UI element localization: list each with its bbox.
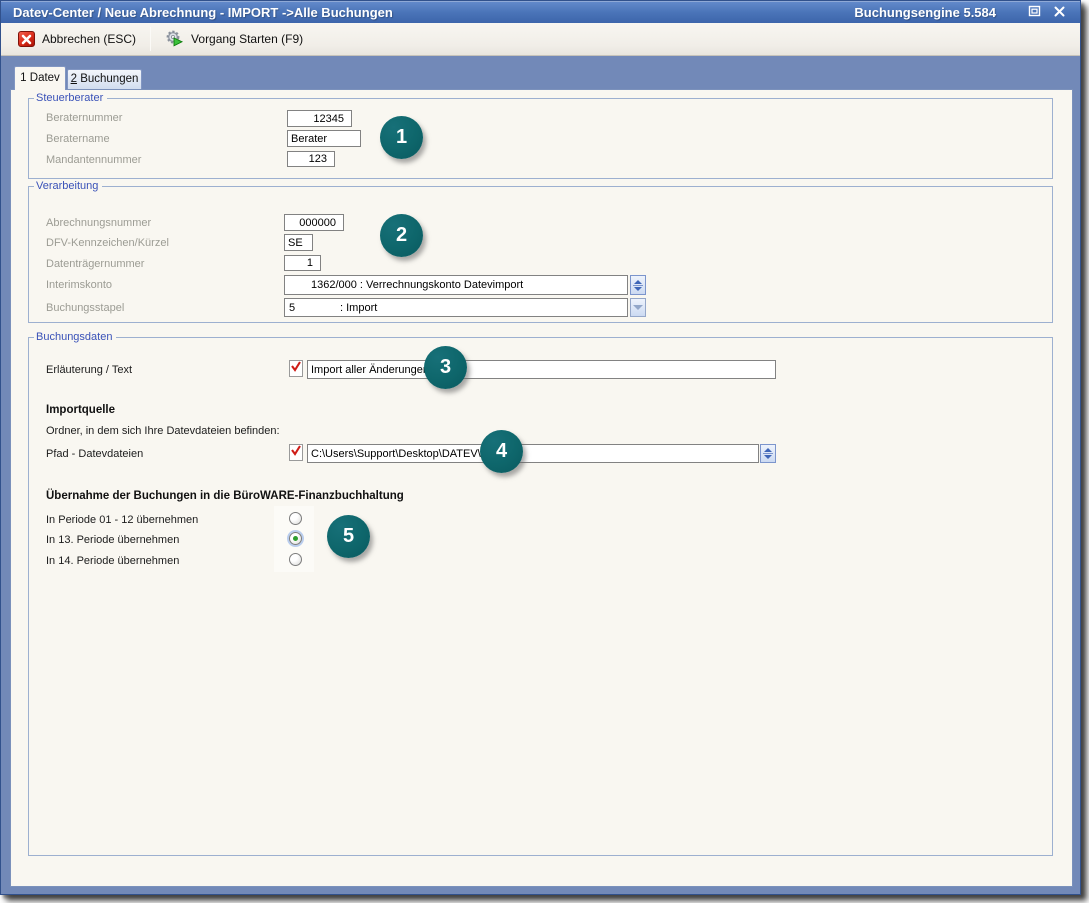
annotation-badge-1: 1 (380, 116, 423, 159)
radio-periode-13[interactable] (289, 532, 302, 545)
input-beratername[interactable]: Berater (287, 130, 361, 147)
annotation-badge-4: 4 (480, 430, 523, 473)
input-pfad-datevdateien[interactable]: C:\Users\Support\Desktop\DATEV\B1 (307, 444, 759, 463)
group-steuerberater: Steuerberater Beraternummer 12345 Berate… (28, 98, 1053, 179)
start-process-button[interactable]: Vorgang Starten (F9) (156, 26, 312, 52)
annotation-badge-3: 3 (424, 346, 467, 389)
label-datentraegernummer: Datenträgernummer (46, 258, 144, 271)
input-erlaeuterung[interactable]: Import aller Änderungen (307, 360, 776, 379)
chevron-down-icon (633, 305, 643, 310)
input-mandantennummer[interactable]: 123 (287, 151, 335, 167)
label-beraternummer: Beraternummer (46, 112, 122, 125)
label-radio-periode-13: In 13. Periode übernehmen (46, 534, 179, 547)
label-radio-periode-14: In 14. Periode übernehmen (46, 555, 179, 568)
toolbar-separator (150, 27, 151, 51)
input-interimskonto[interactable]: 1362/000 : Verrechnungskonto Datevimport (284, 275, 628, 295)
combo-buchungsstapel[interactable]: 5 : Import (284, 298, 628, 317)
label-mandantennummer: Mandantennummer (46, 154, 141, 167)
annotation-badge-2: 2 (380, 214, 423, 257)
interimskonto-spinner[interactable] (630, 275, 646, 295)
tab-buchungen-label: Buchungen (77, 73, 138, 85)
restore-icon (1028, 4, 1041, 22)
spinner-down-icon (634, 287, 642, 291)
cancel-button[interactable]: Abbrechen (ESC) (9, 26, 145, 52)
input-dfv-kennzeichen[interactable]: SE (284, 234, 313, 251)
start-process-button-label: Vorgang Starten (F9) (191, 32, 303, 46)
group-buchungsdaten: Buchungsdaten Erläuterung / Text Import … (28, 337, 1053, 856)
toolbar: Abbrechen (ESC) Vorgang Starten (F9) (1, 23, 1080, 56)
tab-buchungen[interactable]: 2 Buchungen (67, 69, 142, 89)
label-pfad-datevdateien: Pfad - Datevdateien (46, 448, 143, 461)
buchungsstapel-number: 5 (289, 302, 295, 314)
label-erlaeuterung: Erläuterung / Text (46, 364, 132, 377)
label-dfv-kennzeichen: DFV-Kennzeichen/Kürzel (46, 237, 169, 250)
erlaeuterung-checkbox[interactable] (289, 360, 303, 377)
pfad-spinner[interactable] (760, 444, 776, 463)
title-bar: Datev-Center / Neue Abrechnung - IMPORT … (1, 1, 1080, 23)
red-check-icon (290, 359, 302, 378)
tab-datev-label: 1 Datev (20, 72, 60, 84)
maximize-restore-button[interactable] (1026, 6, 1042, 20)
cancel-button-label: Abbrechen (ESC) (42, 32, 136, 46)
label-radio-periode-01-12: In Periode 01 - 12 übernehmen (46, 514, 198, 527)
spinner-down-icon (764, 455, 772, 459)
spinner-divider (763, 453, 773, 454)
application-window: Datev-Center / Neue Abrechnung - IMPORT … (0, 0, 1081, 895)
input-datentraegernummer[interactable]: 1 (284, 255, 321, 271)
red-check-icon (290, 443, 302, 462)
heading-uebernahme: Übernahme der Buchungen in die BüroWARE-… (46, 490, 404, 502)
heading-importquelle: Importquelle (46, 404, 115, 416)
annotation-badge-5: 5 (327, 515, 370, 558)
cancel-x-icon (18, 31, 35, 47)
pfad-checkbox[interactable] (289, 444, 303, 461)
close-icon (1054, 4, 1065, 22)
buchungsstapel-dropdown-button[interactable] (630, 298, 646, 317)
group-buchungsdaten-title: Buchungsdaten (34, 330, 116, 345)
input-beraternummer[interactable]: 12345 (287, 110, 352, 127)
radio-periode-14[interactable] (289, 553, 302, 566)
app-version: Buchungsengine 5.584 (854, 5, 996, 20)
buchungsstapel-text: : Import (340, 302, 377, 314)
spinner-divider (633, 285, 643, 286)
spinner-up-icon (634, 280, 642, 284)
group-verarbeitung-title: Verarbeitung (34, 179, 102, 194)
window-title: Datev-Center / Neue Abrechnung - IMPORT … (1, 5, 393, 20)
client-area: 1 Datev 2 Buchungen Steuerberater Berate… (1, 57, 1080, 894)
label-abrechnungsnummer: Abrechnungsnummer (46, 217, 151, 230)
spinner-up-icon (764, 448, 772, 452)
label-interimskonto: Interimskonto (46, 279, 112, 292)
tab-datev[interactable]: 1 Datev (14, 66, 66, 90)
label-buchungsstapel: Buchungsstapel (46, 302, 124, 315)
tab-page-datev: Steuerberater Beraternummer 12345 Berate… (10, 89, 1073, 887)
group-verarbeitung: Verarbeitung Abrechnungsnummer 000000 DF… (28, 186, 1053, 323)
close-button[interactable] (1051, 6, 1067, 20)
radio-periode-01-12[interactable] (289, 512, 302, 525)
radio-dot (293, 536, 298, 541)
group-steuerberater-title: Steuerberater (34, 91, 107, 106)
label-beratername: Beratername (46, 133, 110, 146)
text-ordner-hinweis: Ordner, in dem sich Ihre Datevdateien be… (46, 425, 280, 438)
gear-play-icon (165, 29, 184, 50)
input-abrechnungsnummer[interactable]: 000000 (284, 214, 344, 231)
